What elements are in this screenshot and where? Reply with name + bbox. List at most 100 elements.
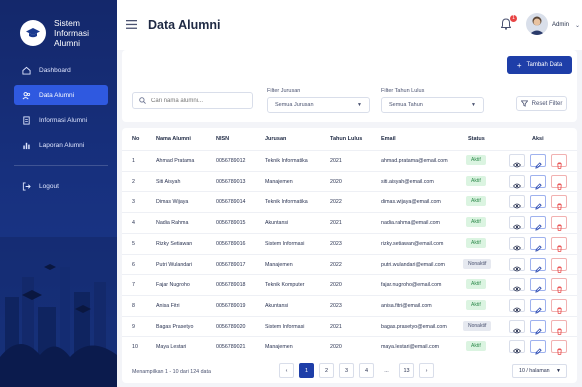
users-icon (22, 91, 31, 99)
pencil-icon (534, 245, 542, 252)
cell-nisn: 0056789013 (216, 178, 246, 185)
table-row: 7 Fajar Nugroho 0056789018 Teknik Komputer 2… (122, 274, 577, 294)
delete-button[interactable] (551, 154, 567, 169)
reset-filter-button[interactable]: Reset Filter (516, 96, 567, 111)
sidebar-item-informasi-alumni[interactable]: Informasi Alumni (14, 110, 108, 130)
brand[interactable]: Sistem Informasi Alumni (20, 18, 116, 48)
view-button[interactable] (509, 257, 525, 271)
delete-button[interactable] (551, 195, 567, 211)
cell-jurusan: Teknik Informatika (265, 199, 308, 206)
status-badge: Aktif (466, 196, 486, 207)
eye-icon (513, 307, 521, 313)
cell-email: ahmad.pratama@email.com (381, 158, 448, 164)
delete-button[interactable] (551, 278, 567, 293)
delete-button[interactable] (551, 257, 567, 273)
view-button[interactable] (509, 278, 525, 292)
chevron-down-icon: ▼ (556, 368, 561, 374)
tahun-filter-label: Filter Tahun Lulus (381, 88, 425, 94)
edit-button[interactable] (530, 216, 546, 231)
cell-nama: Nadia Rahma (156, 220, 189, 227)
per-page-select[interactable]: 10 / halaman ▼ (512, 364, 567, 378)
edit-button[interactable] (530, 340, 546, 355)
page-button[interactable]: 13 (399, 363, 414, 378)
cell-no: 2 (132, 178, 135, 185)
page-button[interactable]: 2 (319, 363, 334, 378)
sidebar-item-label: Dashboard (39, 66, 71, 74)
column-header: Nama Alumni (156, 136, 191, 142)
sidebar-item-dashboard[interactable]: Dashboard (14, 60, 108, 80)
trash-icon (556, 162, 563, 169)
eye-icon (513, 348, 521, 354)
cell-jurusan: Teknik Komputer (265, 282, 305, 289)
cell-tahun: 2021 (330, 220, 342, 227)
delete-button[interactable] (551, 298, 567, 314)
add-data-button[interactable]: + Tambah Data (507, 56, 572, 74)
view-button[interactable] (509, 154, 525, 168)
sidebar-item-data-alumni[interactable]: Data Alumni (14, 85, 108, 105)
view-button[interactable] (509, 319, 525, 334)
tahun-select[interactable]: Semua Tahun ▼ (381, 97, 484, 113)
edit-button[interactable] (530, 257, 546, 273)
page-button[interactable]: 4 (359, 363, 374, 378)
sidebar-item-laporan-alumni[interactable]: Laporan Alumni (14, 135, 108, 155)
cell-email: nadia.rahma@email.com (381, 220, 440, 227)
edit-button[interactable] (530, 154, 546, 169)
cell-jurusan: Akuntansi (265, 220, 289, 227)
edit-button[interactable] (530, 319, 546, 335)
edit-button[interactable] (530, 195, 546, 211)
edit-button[interactable] (530, 174, 546, 190)
delete-button[interactable] (551, 340, 567, 356)
pencil-icon (534, 286, 542, 293)
delete-button[interactable] (551, 236, 567, 252)
trash-icon (556, 224, 563, 231)
logout-button[interactable]: Logout (14, 176, 108, 196)
delete-button[interactable] (551, 319, 567, 335)
cell-tahun: 2021 (330, 158, 342, 164)
search-input[interactable] (151, 97, 241, 104)
view-button[interactable] (509, 298, 525, 313)
cell-nisn: 0056789018 (216, 282, 246, 289)
edit-button[interactable] (530, 236, 546, 252)
eye-icon (513, 328, 521, 334)
view-button[interactable] (509, 174, 525, 189)
next-page-button[interactable]: › (419, 363, 434, 378)
cell-no: 6 (132, 261, 135, 268)
edit-button[interactable] (530, 278, 546, 293)
cell-tahun: 2021 (330, 323, 342, 330)
hamburger-menu-icon[interactable] (126, 20, 137, 29)
delete-button[interactable] (551, 216, 567, 231)
sidebar-divider (14, 165, 108, 166)
cell-jurusan: Akuntansi (265, 302, 289, 309)
chevron-down-icon[interactable]: ⌄ (575, 22, 580, 29)
column-header: Status (468, 136, 485, 142)
pencil-icon (534, 348, 542, 355)
view-button[interactable] (509, 236, 525, 251)
column-header: Email (381, 136, 396, 142)
cell-jurusan: Manajemen (265, 178, 293, 185)
cell-nisn: 0056789014 (216, 199, 246, 206)
cell-nama: Bagas Prasetyo (156, 323, 194, 330)
jurusan-select[interactable]: Semua Jurusan ▼ (267, 97, 370, 113)
edit-button[interactable] (530, 298, 546, 314)
cell-jurusan: Sistem Informasi (265, 323, 305, 330)
user-name[interactable]: Admin (552, 22, 569, 28)
cell-no: 1 (132, 158, 135, 164)
filter-card: + Tambah Data Filter Jurusan Semua Jurus… (122, 50, 577, 122)
delete-button[interactable] (551, 174, 567, 190)
trash-icon (556, 245, 563, 252)
cell-no: 8 (132, 302, 135, 309)
status-badge: Nonaktif (463, 258, 492, 269)
page-button[interactable]: 1 (299, 363, 314, 378)
page-button[interactable]: 3 (339, 363, 354, 378)
pagination-ellipsis: ... (379, 363, 394, 378)
eye-icon (513, 286, 521, 292)
cell-jurusan: Sistem Informasi (265, 240, 305, 247)
avatar[interactable] (526, 13, 548, 35)
cell-tahun: 2023 (330, 302, 342, 309)
table-row: 2 Siti Aisyah 0056789013 Manajemen 2020 siti.… (122, 170, 577, 191)
view-button[interactable] (509, 216, 525, 230)
view-button[interactable] (509, 340, 525, 354)
prev-page-button[interactable]: ‹ (279, 363, 294, 378)
view-button[interactable] (509, 195, 525, 209)
search-box[interactable] (132, 92, 253, 109)
